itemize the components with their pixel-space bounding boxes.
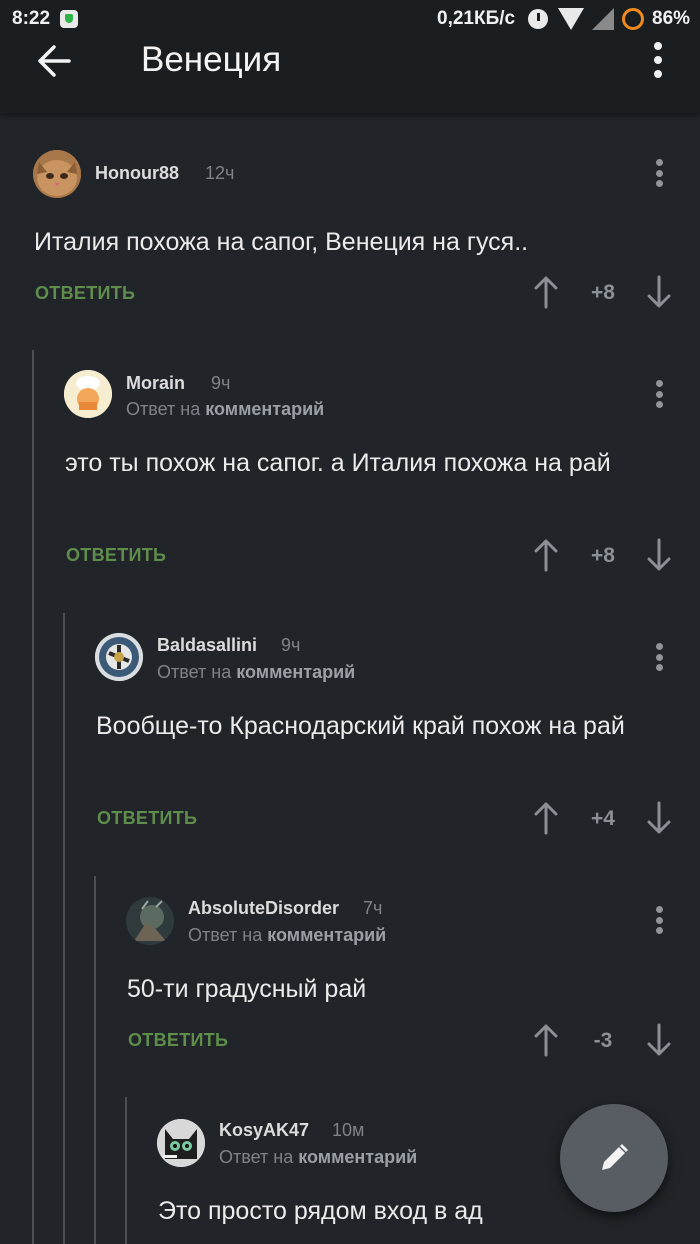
comment-text: Вообще-то Краснодарский край похож на ра… — [96, 712, 625, 740]
page-title: Венеция — [141, 40, 282, 79]
comment-more-icon[interactable] — [653, 380, 665, 408]
thread-line — [32, 350, 34, 1244]
reply-button[interactable]: ОТВЕТИТЬ — [128, 1030, 228, 1051]
comment-age: 12ч — [205, 163, 235, 183]
wifi-icon — [558, 8, 584, 30]
reply-to-prefix: Ответ на — [219, 1147, 294, 1167]
comment-username[interactable]: Morain — [126, 373, 185, 394]
thread-line — [125, 1097, 127, 1244]
cell-signal-icon — [592, 8, 614, 30]
comment-text: это ты похож на сапог. а Италия похожа н… — [65, 449, 611, 477]
upvote-icon[interactable] — [534, 538, 558, 572]
avatar[interactable] — [95, 633, 143, 681]
status-time: 8:22 — [12, 8, 51, 29]
comment-text: Италия похожа на сапог, Венеция на гуся.… — [34, 228, 529, 256]
more-vert-icon[interactable] — [648, 42, 668, 78]
downvote-icon[interactable] — [647, 1023, 671, 1057]
downvote-icon[interactable] — [647, 538, 671, 572]
comment-username[interactable]: Baldasallini — [157, 635, 257, 656]
shield-icon — [60, 10, 78, 28]
status-bar: 8:22 0,21КБ/с 86% — [0, 0, 700, 40]
avatar[interactable] — [126, 897, 174, 945]
comment-username[interactable]: Honour88 — [95, 163, 179, 184]
reply-to-link[interactable]: комментарий — [267, 925, 386, 945]
comment-score: +4 — [591, 807, 615, 830]
clock-icon — [528, 9, 548, 29]
avatar[interactable] — [33, 150, 81, 198]
reply-to-prefix: Ответ на — [126, 399, 201, 419]
comment-text: Это просто рядом вход в ад — [158, 1197, 483, 1225]
comment-more-icon[interactable] — [653, 643, 665, 671]
comment-score: +8 — [591, 544, 615, 567]
comment-more-icon[interactable] — [653, 906, 665, 934]
comment-age: 9ч — [211, 373, 231, 393]
reply-to-label: Ответ на комментарий — [188, 925, 386, 946]
reply-to-label: Ответ на комментарий — [126, 399, 324, 420]
top-bar: 8:22 0,21КБ/с 86% Венеция — [0, 0, 700, 113]
reply-to-prefix: Ответ на — [188, 925, 263, 945]
reply-to-link[interactable]: комментарий — [236, 662, 355, 682]
reply-to-link[interactable]: комментарий — [205, 399, 324, 419]
reply-button[interactable]: ОТВЕТИТЬ — [66, 545, 166, 566]
reply-button[interactable]: ОТВЕТИТЬ — [97, 808, 197, 829]
avatar[interactable] — [64, 370, 112, 418]
battery-icon — [622, 8, 644, 30]
comment-age: 10м — [332, 1120, 365, 1140]
avatar[interactable] — [157, 1119, 205, 1167]
comment-username[interactable]: KosyAK47 — [219, 1120, 309, 1141]
reply-to-label: Ответ на комментарий — [219, 1147, 417, 1168]
status-battery: 86% — [652, 8, 691, 29]
reply-to-label: Ответ на комментарий — [157, 662, 355, 683]
reply-button[interactable]: ОТВЕТИТЬ — [35, 283, 135, 304]
comment-username[interactable]: AbsoluteDisorder — [188, 898, 339, 919]
thread-line — [94, 876, 96, 1244]
upvote-icon[interactable] — [534, 1023, 558, 1057]
back-arrow-icon[interactable] — [36, 44, 76, 78]
status-net-speed: 0,21КБ/с — [437, 8, 516, 29]
comment-age: 9ч — [281, 635, 301, 655]
upvote-icon[interactable] — [534, 275, 558, 309]
downvote-icon[interactable] — [647, 275, 671, 309]
downvote-icon[interactable] — [647, 801, 671, 835]
reply-to-link[interactable]: комментарий — [298, 1147, 417, 1167]
thread-line — [63, 613, 65, 1244]
upvote-icon[interactable] — [534, 801, 558, 835]
comment-text: 50-ти градусный рай — [127, 975, 367, 1003]
reply-to-prefix: Ответ на — [157, 662, 232, 682]
comment-age: 7ч — [363, 898, 383, 918]
comment-more-icon[interactable] — [653, 159, 665, 187]
write-comment-button[interactable] — [560, 1104, 668, 1212]
pencil-icon — [602, 1144, 628, 1170]
comment-score: +8 — [591, 281, 615, 304]
comment-score: -3 — [593, 1029, 613, 1052]
